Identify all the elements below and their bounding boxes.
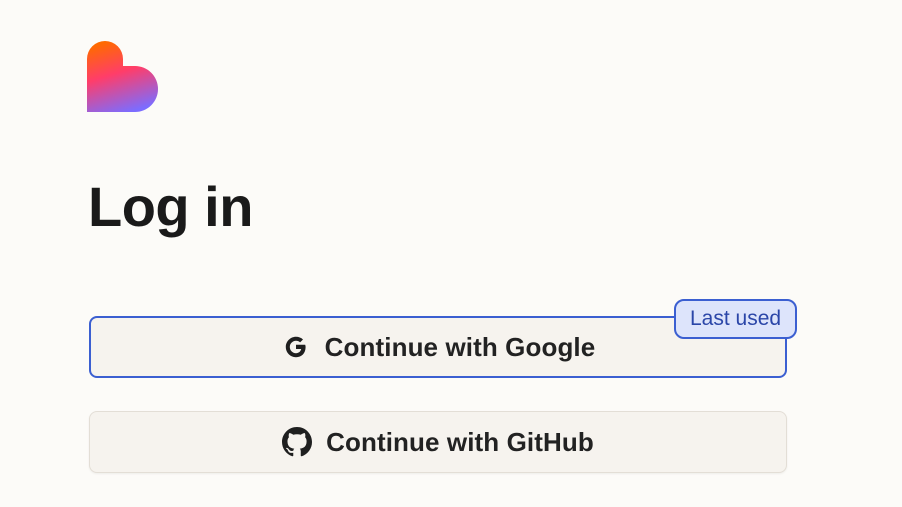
continue-with-github-button[interactable]: Continue with GitHub — [89, 411, 787, 473]
heart-logo-icon — [87, 41, 159, 113]
github-button-label: Continue with GitHub — [326, 426, 594, 457]
google-button-label: Continue with Google — [324, 331, 596, 362]
github-icon — [282, 427, 313, 457]
last-used-badge: Last used — [674, 299, 798, 339]
google-icon — [281, 332, 311, 362]
page-title: Log in — [88, 175, 253, 238]
